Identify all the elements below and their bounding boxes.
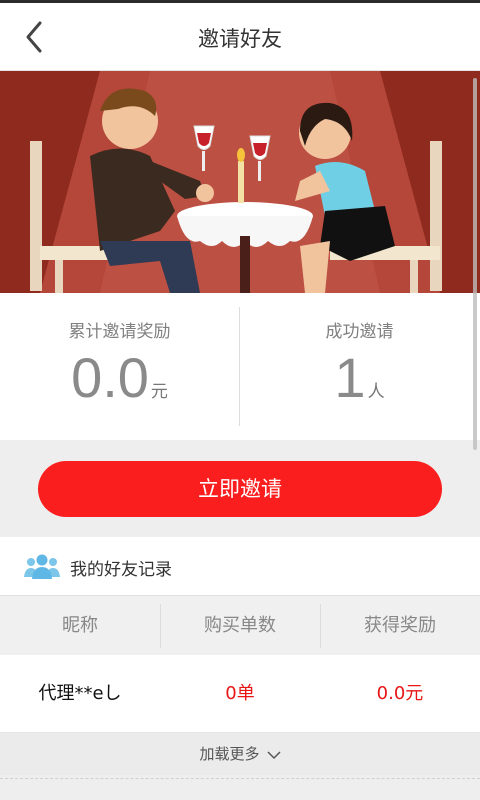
row-nickname: 代理**eし xyxy=(38,683,122,704)
nav-bar: 邀请好友 xyxy=(0,3,480,71)
bottom-divider xyxy=(0,778,480,779)
invited-stat: 成功邀请 1人 xyxy=(240,293,479,440)
scrollbar[interactable] xyxy=(473,78,477,450)
friend-record-header: 我的好友记录 xyxy=(0,537,480,595)
load-more-button[interactable]: 加载更多 xyxy=(0,733,480,775)
row-reward: 0.0元 xyxy=(376,683,424,704)
row-orders: 0单 xyxy=(225,683,255,704)
load-more-label: 加载更多 xyxy=(199,745,260,763)
reward-stat: 累计邀请奖励 0.0 元 xyxy=(0,293,239,440)
reward-value: 0.0 xyxy=(71,346,149,409)
invited-unit: 人 xyxy=(367,382,385,402)
banner-illustration xyxy=(0,71,480,293)
column-header-reward: 获得奖励 xyxy=(364,615,436,636)
record-title: 我的好友记录 xyxy=(70,560,172,580)
column-header-nickname: 昵称 xyxy=(62,615,98,636)
invited-label: 成功邀请 xyxy=(325,322,394,342)
invited-value: 1 xyxy=(334,346,366,409)
page-title: 邀请好友 xyxy=(198,27,282,51)
invite-area: 立即邀请 xyxy=(0,440,480,537)
invite-stats: 累计邀请奖励 0.0 元 成功邀请 1人 xyxy=(0,293,480,440)
friends-group-icon xyxy=(24,554,60,579)
column-header-orders: 购买单数 xyxy=(204,615,276,636)
reward-unit: 元 xyxy=(150,382,168,402)
chevron-down-icon xyxy=(267,750,281,759)
table-row: 代理**eし 0单 0.0元 xyxy=(0,655,480,733)
invite-now-button[interactable]: 立即邀请 xyxy=(38,461,442,517)
reward-label: 累计邀请奖励 xyxy=(68,322,171,342)
record-table-header: 昵称 购买单数 获得奖励 xyxy=(0,595,480,656)
